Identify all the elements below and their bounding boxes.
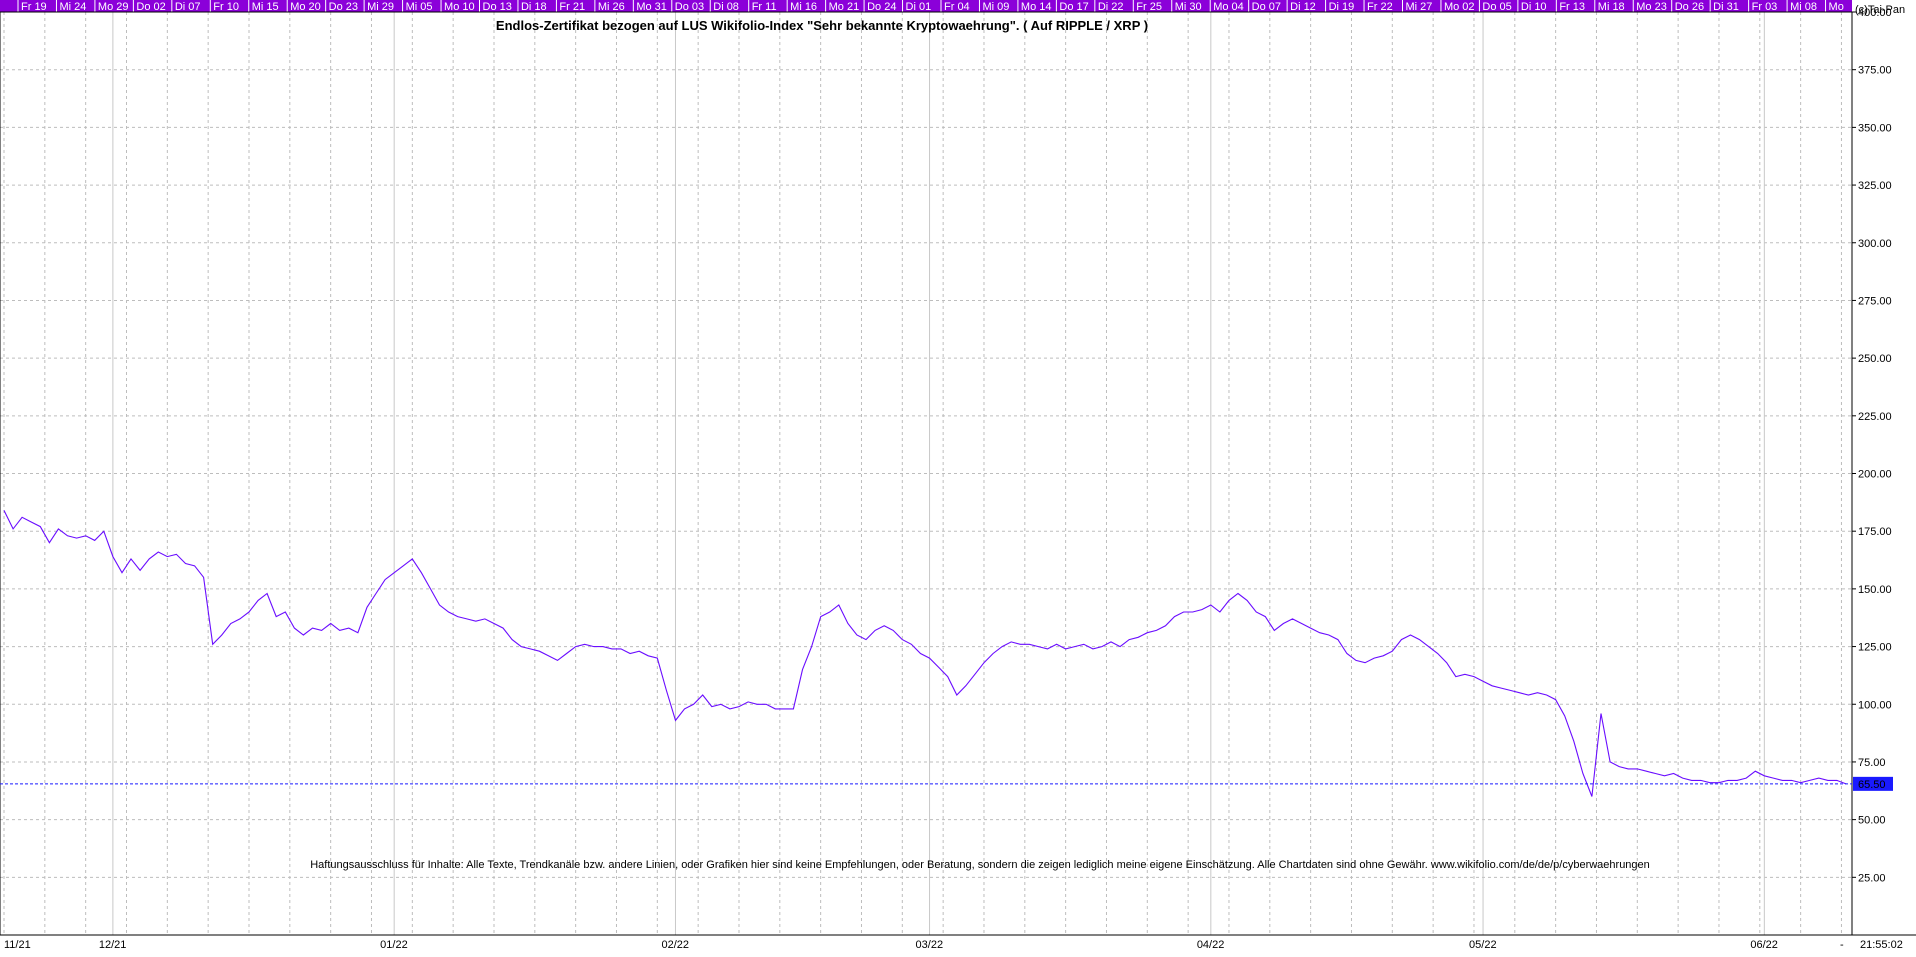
- date-label: Do 05: [1482, 1, 1511, 13]
- date-label: Do 03: [675, 1, 704, 13]
- date-label: Mo: [1829, 1, 1844, 13]
- y-tick-label: 25.00: [1858, 872, 1886, 884]
- date-label: Mi 15: [252, 1, 279, 13]
- date-label: Mi 29: [367, 1, 394, 13]
- date-label: Mo 10: [444, 1, 475, 13]
- date-label: Di 19: [1329, 1, 1355, 13]
- x-tick-label: 04/22: [1197, 939, 1225, 951]
- y-tick-label: 200.00: [1858, 469, 1892, 481]
- date-label: Mo 23: [1636, 1, 1667, 13]
- date-label: Di 07: [175, 1, 201, 13]
- time-dash: -: [1840, 939, 1844, 951]
- y-tick-label: 375.00: [1858, 65, 1892, 77]
- date-label: Fr 25: [1136, 1, 1162, 13]
- chart-container: Fr 19 Mi 24 Mo 29 Do 02 Di 07 Fr 10 Mi 15 Mo 20…: [0, 0, 1916, 952]
- date-label: Do 07: [1252, 1, 1281, 13]
- time-label: 21:55:02: [1860, 939, 1903, 951]
- date-label: Di 31: [1713, 1, 1739, 13]
- date-label: Di 12: [1290, 1, 1316, 13]
- date-label: Mi 08: [1790, 1, 1817, 13]
- date-label: Mi 18: [1598, 1, 1625, 13]
- y-tick-label: 100.00: [1858, 699, 1892, 711]
- y-tick-label: 250.00: [1858, 353, 1892, 365]
- date-label: Fr 10: [213, 1, 239, 13]
- x-tick-label: 12/21: [99, 939, 127, 951]
- date-label: Di 22: [1098, 1, 1124, 13]
- chart-title: Endlos-Zertifikat bezogen auf LUS Wikifo…: [496, 18, 1148, 33]
- date-label: Mo 31: [636, 1, 667, 13]
- x-tick-label: 06/22: [1750, 939, 1778, 951]
- x-tick-label: 01/22: [380, 939, 408, 951]
- date-label: Fr 13: [1559, 1, 1585, 13]
- date-label: Do 13: [483, 1, 512, 13]
- date-labels: Fr 19 Mi 24 Mo 29 Do 02 Di 07 Fr 10 Mi 15 Mo 20…: [17, 0, 1844, 13]
- date-label: Do 24: [867, 1, 896, 13]
- y-tick-label: 75.00: [1858, 757, 1886, 769]
- date-label: Mo 29: [98, 1, 129, 13]
- date-label: Mo 02: [1444, 1, 1475, 13]
- date-label: Mi 05: [406, 1, 433, 13]
- x-tick-label: 05/22: [1469, 939, 1497, 951]
- y-tick-label: 50.00: [1858, 815, 1886, 827]
- y-tick-label: 125.00: [1858, 642, 1892, 654]
- date-label: Mi 30: [1175, 1, 1202, 13]
- date-label: Do 26: [1675, 1, 1704, 13]
- date-label: Fr 11: [752, 1, 777, 13]
- date-label: Di 18: [521, 1, 547, 13]
- date-label: Do 02: [136, 1, 165, 13]
- y-tick-label: 225.00: [1858, 411, 1892, 423]
- date-label: Mo 04: [1213, 1, 1244, 13]
- date-label: Fr 22: [1367, 1, 1393, 13]
- date-label: Di 08: [713, 1, 739, 13]
- date-label: Do 17: [1059, 1, 1088, 13]
- date-label: Mi 24: [59, 1, 86, 13]
- date-label: Do 23: [329, 1, 358, 13]
- x-tick-label: 02/22: [661, 939, 689, 951]
- y-tick-label: 400.00: [1858, 7, 1892, 19]
- y-tick-label: 350.00: [1858, 122, 1892, 134]
- y-tick-label: 300.00: [1858, 238, 1892, 250]
- date-label: Mo 14: [1021, 1, 1052, 13]
- disclaimer-text: Haftungsausschluss für Inhalte: Alle Tex…: [310, 859, 1650, 871]
- x-tick-label: 03/22: [916, 939, 944, 951]
- y-tick-label: 325.00: [1858, 180, 1892, 192]
- last-value-label: 65.50: [1858, 779, 1886, 791]
- date-label: Mo 20: [290, 1, 321, 13]
- date-label: Mi 16: [790, 1, 817, 13]
- date-label: Mi 09: [982, 1, 1009, 13]
- date-label: Mo 21: [829, 1, 860, 13]
- date-label: Mi 26: [598, 1, 625, 13]
- date-label: Fr 03: [1752, 1, 1778, 13]
- price-chart: Fr 19 Mi 24 Mo 29 Do 02 Di 07 Fr 10 Mi 15 Mo 20…: [0, 0, 1916, 952]
- date-label: Di 10: [1521, 1, 1547, 13]
- y-tick-label: 150.00: [1858, 584, 1892, 596]
- date-label: Fr 19: [21, 1, 47, 13]
- x-tick-label: 11/21: [4, 939, 31, 951]
- y-tick-label: 175.00: [1858, 526, 1892, 538]
- y-tick-label: 275.00: [1858, 295, 1892, 307]
- date-label: Di 01: [906, 1, 932, 13]
- date-label: Fr 04: [944, 1, 970, 13]
- date-label: Fr 21: [559, 1, 585, 13]
- date-label: Mi 27: [1406, 1, 1433, 13]
